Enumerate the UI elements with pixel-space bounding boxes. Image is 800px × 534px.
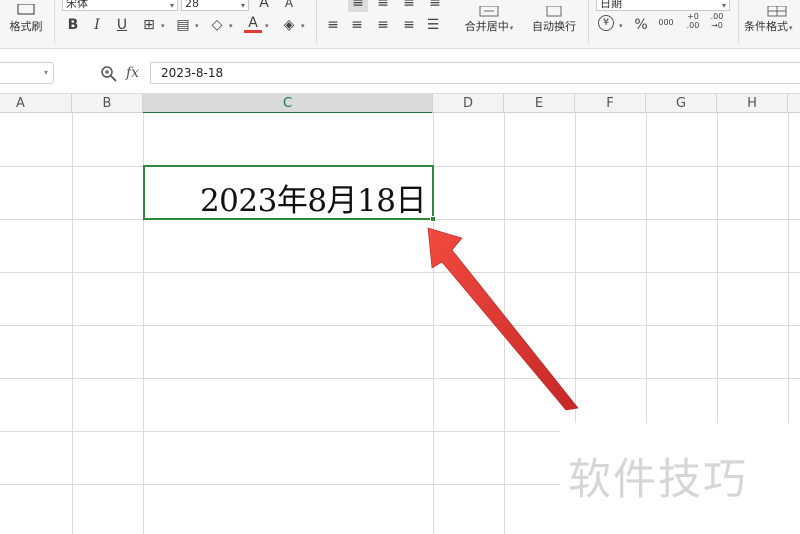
spreadsheet-window: 格式刷 宋体 ▾ 28 ▾ A A B I U ⊞ ▾ ▤ ▾ ◇ ▾ A ▾ ◈ ▾ ≡ ≡… (0, 0, 800, 534)
watermark-text: 软件技巧 (568, 455, 748, 505)
